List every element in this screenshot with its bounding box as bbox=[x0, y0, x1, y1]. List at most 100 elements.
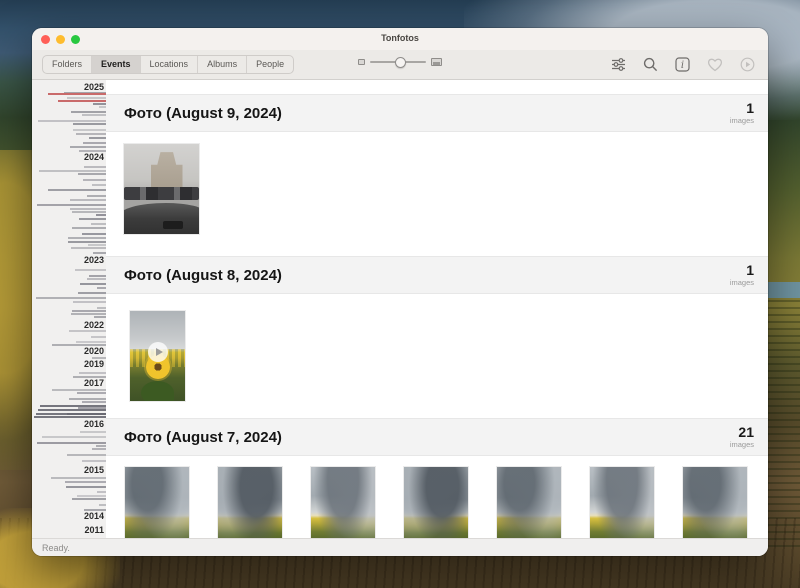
timeline-bar bbox=[84, 166, 106, 168]
slideshow-icon[interactable] bbox=[739, 56, 756, 73]
timeline-bar bbox=[69, 398, 106, 400]
timeline-bar bbox=[70, 199, 106, 201]
photo-thumbnail[interactable] bbox=[124, 144, 199, 234]
timeline-year-label[interactable]: 2016 bbox=[84, 419, 104, 429]
zoom-slider-knob[interactable] bbox=[395, 57, 406, 68]
timeline-year-label[interactable]: 2024 bbox=[84, 152, 104, 162]
info-icon[interactable]: i bbox=[674, 56, 691, 73]
timeline-bar bbox=[80, 431, 106, 433]
timeline-bar bbox=[97, 307, 107, 309]
event-photos bbox=[106, 132, 768, 256]
status-bar: Ready. bbox=[32, 538, 768, 556]
timeline-bar bbox=[80, 283, 106, 285]
tab-locations[interactable]: Locations bbox=[141, 56, 199, 73]
timeline-bar bbox=[70, 208, 106, 210]
toolbar: Folders Events Locations Albums People bbox=[32, 50, 768, 80]
timeline-year-label[interactable]: 2025 bbox=[84, 82, 104, 92]
filter-icon[interactable] bbox=[610, 56, 627, 73]
timeline-year-label[interactable]: 2014 bbox=[84, 511, 104, 521]
timeline-bar bbox=[72, 310, 106, 312]
timeline-bar bbox=[97, 491, 106, 493]
event-count-number: 21 bbox=[730, 425, 754, 439]
timeline-bar bbox=[67, 454, 106, 456]
timeline-bar bbox=[65, 481, 106, 483]
timeline-sidebar[interactable]: 2025 2024 2023 2022 2020 2019 2017 2016 2015 2014… bbox=[32, 80, 106, 538]
timeline-bar bbox=[91, 223, 106, 225]
photo-thumbnail[interactable] bbox=[497, 467, 561, 538]
timeline-bar bbox=[37, 442, 106, 444]
timeline-bar bbox=[71, 247, 106, 249]
event-photos bbox=[106, 294, 768, 418]
event-count-unit: images bbox=[730, 441, 754, 449]
event-title: Фото (August 8, 2024) bbox=[124, 267, 730, 284]
photo-thumbnail[interactable] bbox=[311, 467, 375, 538]
timeline-year-label[interactable]: 2020 bbox=[84, 346, 104, 356]
timeline-year-label[interactable]: 2015 bbox=[84, 465, 104, 475]
timeline-bar bbox=[97, 287, 106, 289]
timeline-bar bbox=[93, 252, 106, 254]
timeline-bar bbox=[92, 448, 106, 450]
timeline-bar bbox=[51, 477, 106, 479]
zoom-slider[interactable] bbox=[370, 61, 426, 63]
svg-text:i: i bbox=[681, 60, 684, 71]
favorites-icon[interactable] bbox=[706, 56, 724, 73]
content-area: 2025 2024 2023 2022 2020 2019 2017 2016 2015 2014… bbox=[32, 80, 768, 538]
timeline-year-label[interactable]: 2011 bbox=[84, 525, 104, 535]
timeline-bar bbox=[73, 301, 106, 303]
toolbar-actions: i bbox=[610, 56, 756, 73]
timeline-year-label[interactable]: 2017 bbox=[84, 378, 104, 388]
timeline-bar bbox=[68, 237, 106, 239]
tab-events[interactable]: Events bbox=[92, 56, 141, 73]
timeline-bar bbox=[70, 146, 106, 148]
tab-folders[interactable]: Folders bbox=[43, 56, 92, 73]
photo-thumbnail[interactable] bbox=[683, 467, 747, 538]
timeline-bar bbox=[69, 330, 106, 332]
tab-albums[interactable]: Albums bbox=[198, 56, 247, 73]
tab-people[interactable]: People bbox=[247, 56, 293, 73]
view-tabs: Folders Events Locations Albums People bbox=[42, 55, 294, 74]
timeline-bar bbox=[96, 445, 106, 447]
timeline-bar bbox=[89, 137, 106, 139]
timeline-bar bbox=[77, 495, 106, 497]
photo-thumbnail[interactable] bbox=[404, 467, 468, 538]
timeline-bar bbox=[82, 114, 106, 116]
thumbnail-size-large-icon bbox=[431, 58, 442, 66]
timeline-bar bbox=[36, 413, 106, 415]
timeline-year-label[interactable]: 2023 bbox=[84, 255, 104, 265]
timeline-bar bbox=[75, 269, 106, 271]
timeline-bar bbox=[42, 436, 106, 438]
event-count-unit: images bbox=[730, 279, 754, 287]
timeline-bar bbox=[52, 389, 106, 391]
timeline-bar bbox=[79, 218, 106, 220]
thumbnail-size-control bbox=[358, 58, 442, 66]
timeline-bar bbox=[37, 204, 107, 206]
title-bar[interactable]: Tonfotos bbox=[32, 28, 768, 50]
timeline-bar bbox=[77, 392, 106, 394]
app-window: Tonfotos Folders Events Locations Albums… bbox=[32, 28, 768, 556]
timeline-bar bbox=[72, 498, 106, 500]
timeline-bar bbox=[68, 241, 106, 243]
photo-thumbnail[interactable] bbox=[218, 467, 282, 538]
play-overlay-icon bbox=[148, 342, 168, 362]
timeline-bar bbox=[66, 486, 106, 488]
status-text: Ready. bbox=[42, 543, 70, 553]
timeline-bar bbox=[83, 179, 106, 181]
window-title: Tonfotos bbox=[32, 33, 768, 43]
sunflower-leaves bbox=[141, 381, 174, 401]
timeline-bar bbox=[72, 227, 106, 229]
search-icon[interactable] bbox=[642, 56, 659, 73]
photo-thumbnail[interactable] bbox=[590, 467, 654, 538]
photo-thumbnail[interactable] bbox=[125, 467, 189, 538]
timeline-year-label[interactable]: 2019 bbox=[84, 359, 104, 369]
timeline-bar bbox=[76, 341, 106, 343]
timeline-year-label[interactable]: 2022 bbox=[84, 320, 104, 330]
video-thumbnail[interactable] bbox=[130, 311, 185, 401]
timeline-bar bbox=[84, 509, 106, 511]
event-count: 1 images bbox=[730, 101, 754, 125]
cathedral bbox=[151, 152, 183, 188]
timeline-bar bbox=[93, 103, 106, 105]
photo-thumbnail-row bbox=[125, 467, 747, 538]
car-dashboard bbox=[124, 203, 199, 234]
timeline-bar bbox=[79, 150, 106, 152]
timeline-bar bbox=[83, 142, 106, 144]
